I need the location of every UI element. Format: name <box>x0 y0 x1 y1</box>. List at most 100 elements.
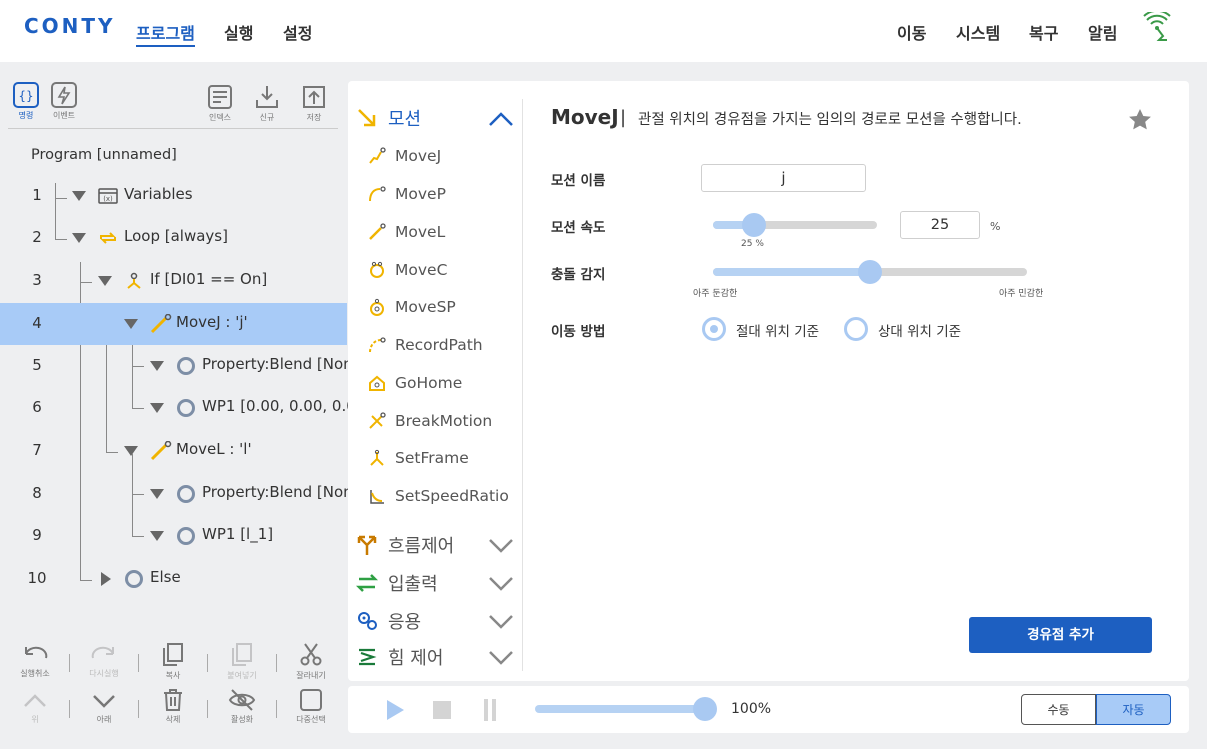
radio-relative[interactable] <box>844 317 868 341</box>
radio-absolute[interactable] <box>702 317 726 341</box>
collision-slider[interactable] <box>713 260 1027 284</box>
activate-button[interactable]: 활성화 <box>218 688 266 725</box>
chevron-down-icon[interactable] <box>488 537 514 553</box>
nav-alarm[interactable]: 알림 <box>1088 20 1117 44</box>
collapse-arrow-icon[interactable] <box>72 233 86 243</box>
nav-move[interactable]: 이동 <box>897 20 926 44</box>
divider <box>207 654 208 672</box>
copy-button[interactable]: 복사 <box>149 642 197 681</box>
menu-item-setspeedratio[interactable]: SetSpeedRatio <box>368 481 509 511</box>
move-up-button[interactable]: 위 <box>11 690 59 725</box>
manual-mode-button[interactable]: 수동 <box>1021 694 1096 725</box>
paste-button[interactable]: 붙여넣기 <box>218 642 266 681</box>
collapse-arrow-icon[interactable] <box>150 361 164 371</box>
frame-axes-icon <box>370 449 384 466</box>
collapse-arrow-icon[interactable] <box>72 191 86 201</box>
tree-row[interactable]: 7 MoveL : 'l' <box>0 430 347 472</box>
index-button[interactable]: 인덱스 <box>196 84 244 123</box>
multi-select-button[interactable]: 다중선택 <box>287 688 335 725</box>
collapse-arrow-icon[interactable] <box>98 276 112 286</box>
tree-row[interactable]: 5 Property:Blend [None] <box>0 345 368 408</box>
collapse-arrow-icon[interactable] <box>150 531 164 541</box>
robot-connection-icon[interactable] <box>1143 9 1177 50</box>
menu-item-label: SetFrame <box>395 449 469 467</box>
pause-icon[interactable] <box>484 699 488 721</box>
tree-row[interactable]: 8 Property:Blend [None] <box>0 453 368 515</box>
menu-item-movec[interactable]: MoveC <box>368 255 447 285</box>
movel-icon <box>150 440 172 465</box>
chevron-down-icon[interactable] <box>488 649 514 665</box>
nav-program[interactable]: 프로그램 <box>136 20 195 47</box>
category-force-control[interactable]: 힘 제어 <box>356 644 443 670</box>
tree-row[interactable]: 1 (x) Variables <box>0 175 347 217</box>
menu-item-movej[interactable]: MoveJ <box>368 141 441 171</box>
activate-label: 활성화 <box>230 715 254 724</box>
play-icon[interactable] <box>385 699 405 721</box>
tree-row[interactable]: 10 Else <box>0 558 347 600</box>
delete-button[interactable]: 삭제 <box>149 688 197 725</box>
auto-mode-button[interactable]: 자동 <box>1096 694 1171 725</box>
star-icon[interactable] <box>1128 108 1152 131</box>
menu-item-setframe[interactable]: SetFrame <box>368 443 469 473</box>
nav-system[interactable]: 시스템 <box>956 20 1000 44</box>
menu-item-breakmotion[interactable]: BreakMotion <box>368 406 492 436</box>
motion-name-input[interactable]: j <box>701 164 866 192</box>
swap-arrows-icon <box>356 574 378 592</box>
svg-text:{}: {} <box>18 89 33 103</box>
divider <box>276 700 277 718</box>
menu-item-label: MoveJ <box>395 147 442 165</box>
category-motion[interactable]: 모션 <box>356 105 421 131</box>
expand-arrow-icon[interactable] <box>101 572 111 586</box>
playback-speed-slider[interactable] <box>535 697 717 721</box>
nav-settings[interactable]: 설정 <box>283 20 312 44</box>
divider <box>138 700 139 718</box>
speed-slider[interactable] <box>713 213 877 237</box>
redo-button[interactable]: 다시실행 <box>80 642 128 679</box>
waypoint-circle-icon <box>177 527 195 545</box>
tree-row[interactable]: 9 WP1 [l_1] <box>0 515 347 557</box>
collision-slider-handle[interactable] <box>858 260 882 284</box>
multi-select-label: 다중선택 <box>296 715 326 724</box>
tree-row[interactable]: 3 If [DI01 == On] <box>0 260 347 302</box>
speed-input[interactable]: 25 <box>900 211 980 239</box>
new-button[interactable]: 신규 <box>243 84 291 123</box>
collapse-arrow-icon[interactable] <box>124 446 138 456</box>
stop-icon[interactable] <box>433 701 451 719</box>
spring-icon <box>359 648 377 666</box>
tree-row[interactable]: 6 WP1 [0.00, 0.00, 0.00] <box>0 387 371 429</box>
speed-slider-handle[interactable] <box>742 213 766 237</box>
menu-item-movel[interactable]: MoveL <box>368 217 445 247</box>
move-down-label: 아래 <box>96 715 112 724</box>
cut-button[interactable]: 잘라내기 <box>287 642 335 681</box>
collapse-arrow-icon[interactable] <box>124 319 138 329</box>
collapse-arrow-icon[interactable] <box>150 489 164 499</box>
row-number: 4 <box>32 314 42 332</box>
menu-item-gohome[interactable]: GoHome <box>368 368 462 398</box>
chevron-down-icon[interactable] <box>488 575 514 591</box>
tree-row[interactable]: 2 Loop [always] <box>0 217 347 259</box>
delete-label: 삭제 <box>165 715 181 724</box>
menu-item-movep[interactable]: MoveP <box>368 179 446 209</box>
chevron-up-icon[interactable] <box>488 111 514 127</box>
collapse-arrow-icon[interactable] <box>150 403 164 413</box>
category-application[interactable]: 응용 <box>356 608 421 634</box>
undo-button[interactable]: 실행취소 <box>11 642 59 679</box>
add-waypoint-button[interactable]: 경유점 추가 <box>969 617 1152 653</box>
category-flow-control[interactable]: 흐름제어 <box>356 532 454 558</box>
playback-speed-handle[interactable] <box>693 697 717 721</box>
upload-icon <box>303 86 325 108</box>
menu-item-label: MoveP <box>395 185 446 203</box>
move-down-button[interactable]: 아래 <box>80 690 128 725</box>
movel-icon <box>369 223 386 240</box>
tree-row-selected[interactable]: 4 MoveJ : 'j' <box>0 303 347 345</box>
menu-item-movesp[interactable]: MoveSP <box>368 292 456 322</box>
category-io[interactable]: 입출력 <box>356 570 438 596</box>
menu-item-recordpath[interactable]: RecordPath <box>368 330 483 360</box>
nav-recovery[interactable]: 복구 <box>1029 20 1058 44</box>
nav-run[interactable]: 실행 <box>224 20 253 44</box>
motion-name-label: 모션 이름 <box>551 173 606 189</box>
save-button[interactable]: 저장 <box>290 84 338 123</box>
chevron-down-icon[interactable] <box>488 613 514 629</box>
chevron-up-icon <box>24 694 46 707</box>
tab-event[interactable]: 이벤트 <box>40 82 88 121</box>
